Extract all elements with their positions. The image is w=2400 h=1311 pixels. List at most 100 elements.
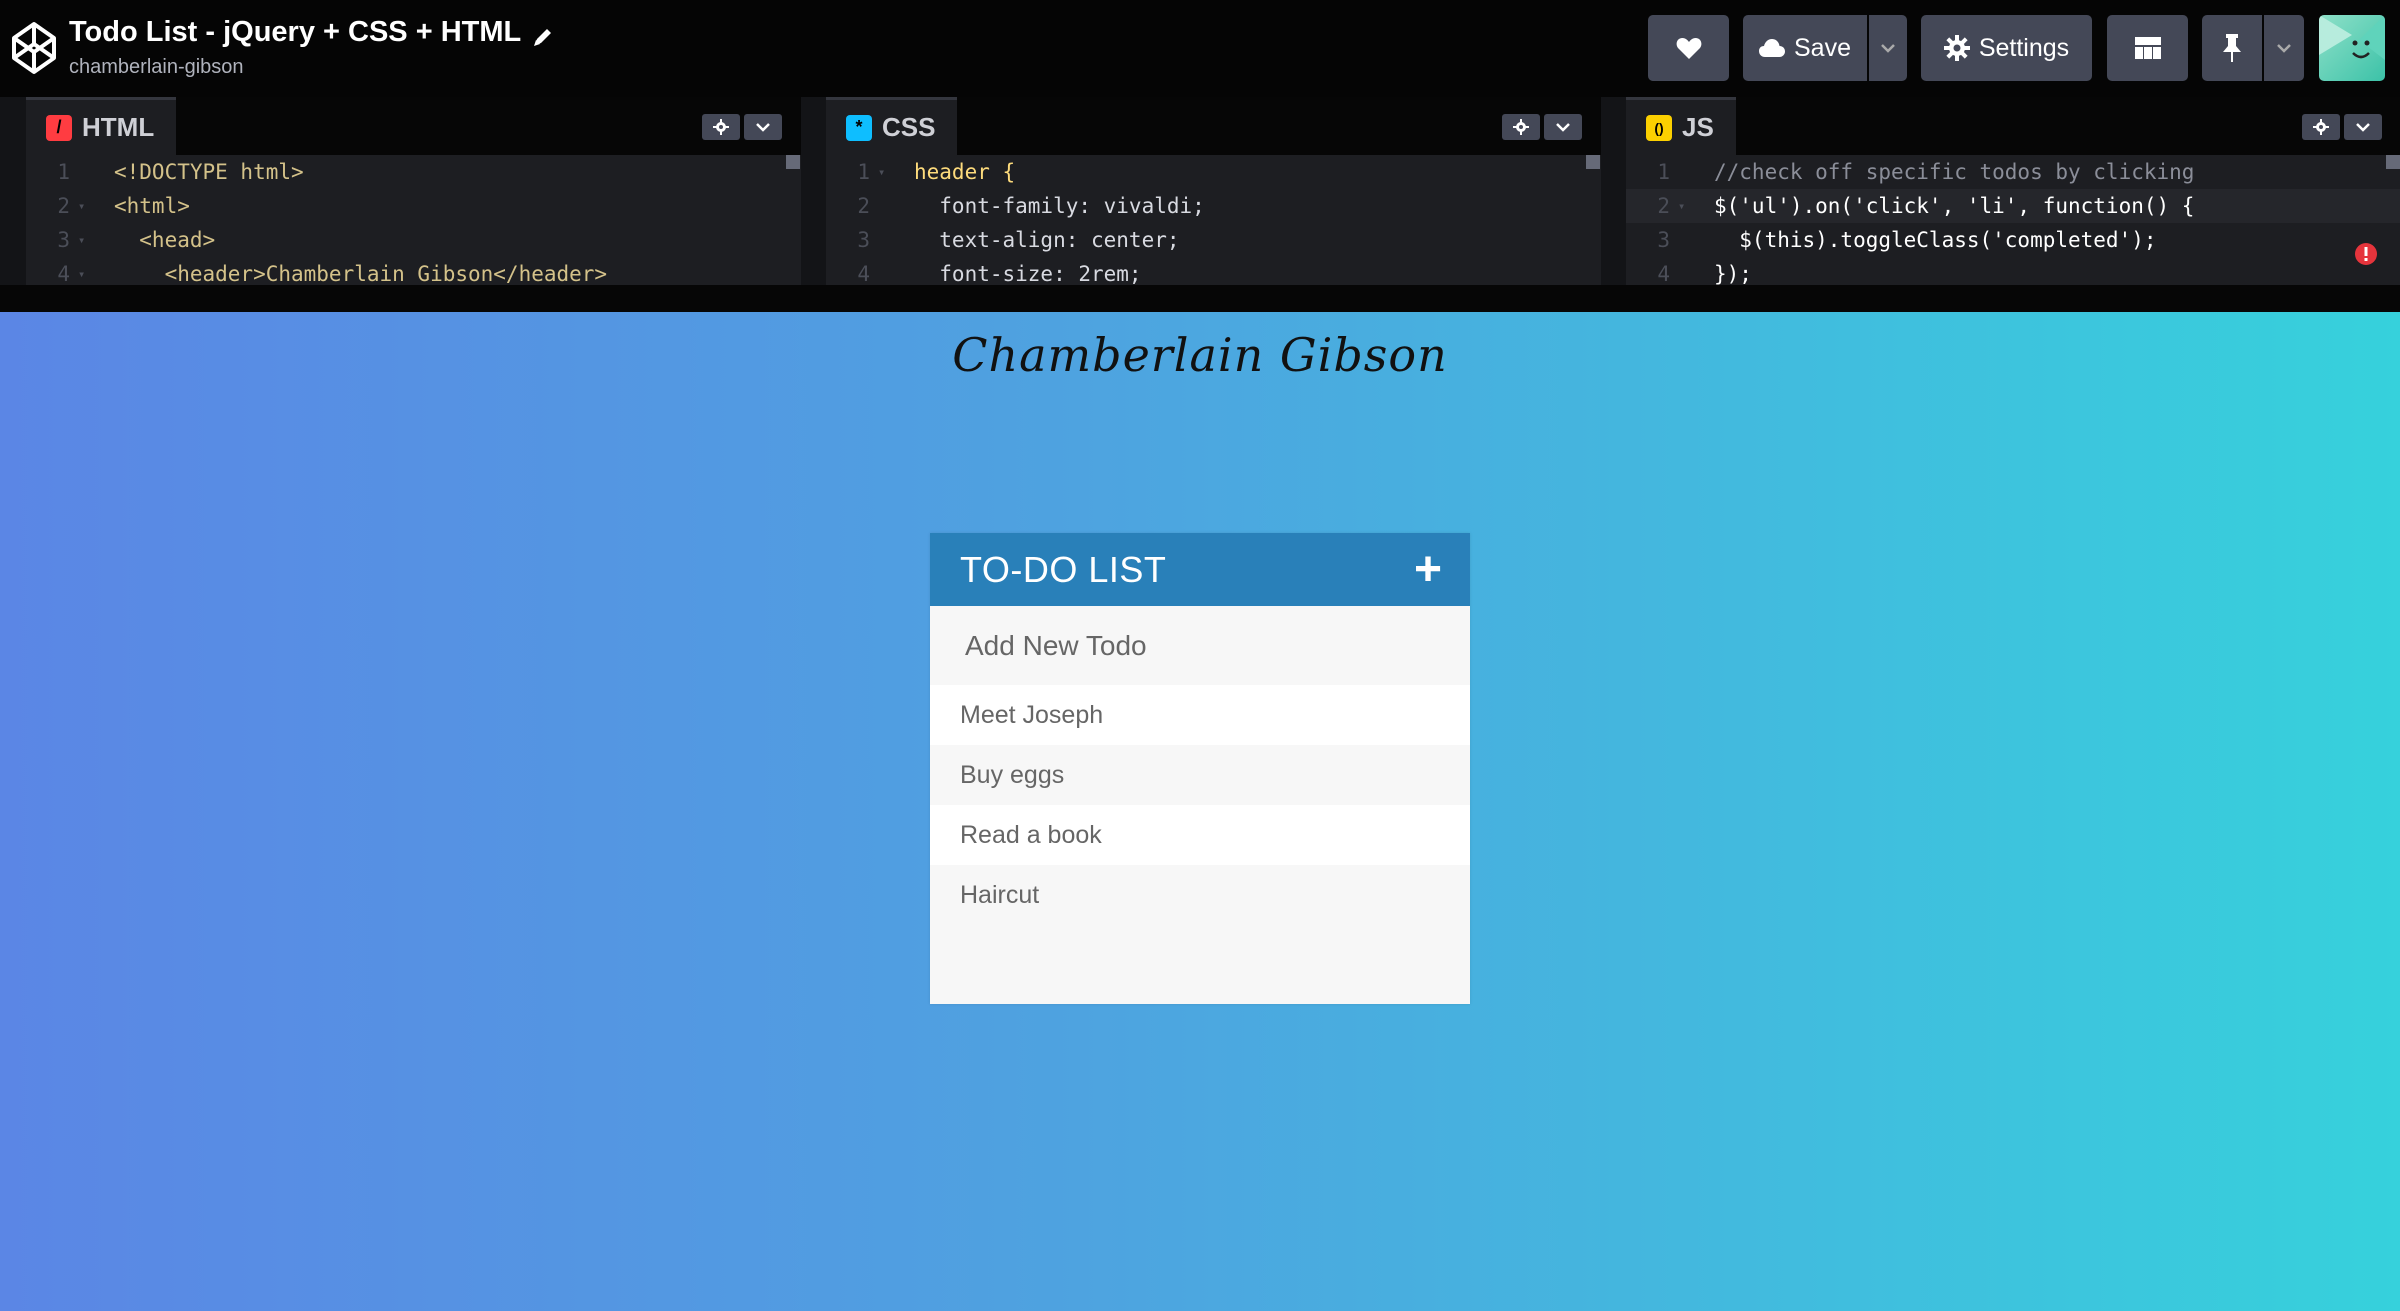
code-text: //check off specific todos by clicking (1714, 160, 2195, 184)
code-text: <!DOCTYPE html> (114, 160, 304, 184)
pen-title-area: Todo List - jQuery + CSS + HTML chamberl… (69, 12, 555, 80)
cloud-icon (1759, 39, 1785, 57)
css-editor: * CSS 1 ▾ header { 2 font-family: vivaldi;… (826, 97, 1601, 285)
pin-button[interactable] (2202, 15, 2262, 81)
code-text: font-family: vivaldi; (914, 194, 1205, 218)
codepen-logo-icon[interactable] (10, 20, 58, 76)
html-scrollbar[interactable] (786, 155, 800, 169)
chevron-down-icon (756, 123, 770, 132)
chevron-down-icon (1556, 123, 1570, 132)
js-collapse-button[interactable] (2344, 114, 2382, 140)
line-number: 4 (1657, 262, 1670, 285)
html-editor-tabrow: / HTML (26, 97, 801, 155)
plus-icon[interactable]: + (1414, 545, 1442, 594)
line-number: 1 (857, 160, 870, 184)
fold-marker[interactable] (1678, 223, 1694, 257)
line-number: 1 (1657, 160, 1670, 184)
code-line: 3 text-align: center; (826, 223, 1601, 257)
save-dropdown-button[interactable] (1869, 15, 1907, 81)
fold-marker[interactable]: ▾ (78, 189, 94, 223)
code-line: 4 font-size: 2rem; (826, 257, 1601, 285)
html-badge-icon: / (46, 114, 72, 141)
code-text: }); (1714, 262, 1752, 285)
preview-pane: Chamberlain Gibson TO-DO LIST + Meet Jos… (0, 312, 2400, 1311)
error-icon[interactable] (2354, 242, 2378, 266)
add-todo-input[interactable] (930, 606, 1470, 685)
line-number: 4 (857, 262, 870, 285)
tab-html[interactable]: / HTML (26, 97, 177, 155)
todo-list: Meet Joseph Buy eggs Read a book Haircut (930, 685, 1470, 925)
css-settings-button[interactable] (1502, 114, 1540, 140)
css-code[interactable]: 1 ▾ header { 2 font-family: vivaldi; 3 tex… (826, 155, 1601, 285)
fold-marker[interactable] (878, 223, 894, 257)
css-scrollbar[interactable] (1586, 155, 1600, 169)
code-text: <html> (114, 194, 190, 218)
tab-html-label: HTML (82, 112, 155, 142)
code-line: 1 //check off specific todos by clicking (1626, 155, 2400, 189)
css-badge-icon: * (846, 114, 872, 141)
js-scrollbar[interactable] (2386, 155, 2400, 169)
tab-css[interactable]: * CSS (826, 97, 958, 155)
pen-author[interactable]: chamberlain-gibson (69, 54, 555, 80)
html-code[interactable]: 1 <!DOCTYPE html> 2 ▾ <html> 3 ▾ <head> 4 ▾ <… (26, 155, 801, 285)
code-text: $(this).toggleClass('completed'); (1714, 228, 2157, 252)
line-number: 3 (1657, 228, 1670, 252)
code-line: 3 ▾ <head> (26, 223, 801, 257)
fold-marker[interactable]: ▾ (78, 223, 94, 257)
html-settings-button[interactable] (702, 114, 740, 140)
layout-grid-icon (2134, 37, 2161, 59)
fold-marker[interactable] (878, 189, 894, 223)
fold-marker[interactable] (78, 155, 94, 189)
fold-marker[interactable] (1678, 257, 1694, 285)
heart-icon (1676, 38, 1701, 59)
todo-header: TO-DO LIST + (930, 533, 1470, 606)
pen-title[interactable]: Todo List - jQuery + CSS + HTML (69, 12, 555, 52)
line-number: 1 (57, 160, 70, 184)
todo-container: TO-DO LIST + Meet Joseph Buy eggs Read a… (930, 533, 1470, 1004)
code-line: 4 ▾ <header>Chamberlain Gibson</header> (26, 257, 801, 285)
todo-item[interactable]: Haircut (930, 865, 1470, 925)
code-text: text-align: center; (914, 228, 1180, 252)
html-collapse-button[interactable] (744, 114, 782, 140)
css-collapse-button[interactable] (1544, 114, 1582, 140)
line-number: 2 (857, 194, 870, 218)
save-button[interactable]: Save (1743, 15, 1867, 81)
tab-js[interactable]: () JS (1626, 97, 1736, 155)
code-line: 2 font-family: vivaldi; (826, 189, 1601, 223)
user-avatar[interactable] (2319, 15, 2385, 81)
code-text: header { (914, 160, 1016, 184)
chevron-down-icon (2277, 44, 2291, 53)
preview-header: Chamberlain Gibson (952, 328, 1448, 382)
love-button[interactable] (1648, 15, 1729, 81)
change-view-button[interactable] (2107, 15, 2188, 81)
fold-marker[interactable]: ▾ (878, 155, 894, 189)
pin-dropdown-button[interactable] (2264, 15, 2304, 81)
line-number: 3 (857, 228, 870, 252)
fold-marker[interactable]: ▾ (1678, 189, 1694, 223)
line-number: 2 (57, 194, 70, 218)
js-badge-icon: () (1646, 114, 1672, 141)
css-editor-tabrow: * CSS (826, 97, 1601, 155)
line-number: 2 (1657, 194, 1670, 218)
code-line: 3 $(this).toggleClass('completed'); (1626, 223, 2400, 257)
top-bar: Todo List - jQuery + CSS + HTML chamberl… (0, 0, 2400, 97)
fold-marker[interactable]: ▾ (78, 257, 94, 285)
settings-label: Settings (1978, 33, 2070, 62)
tab-js-label: JS (1682, 112, 1714, 142)
fold-marker[interactable] (878, 257, 894, 285)
todo-item[interactable]: Read a book (930, 805, 1470, 865)
fold-marker[interactable] (1678, 155, 1694, 189)
js-code[interactable]: 1//check off specific todos by clicking … (1626, 155, 2400, 285)
todo-item[interactable]: Meet Joseph (930, 685, 1470, 745)
editor-resize-bar[interactable] (0, 285, 2400, 312)
save-label: Save (1794, 33, 1851, 62)
tab-css-label: CSS (882, 112, 936, 142)
pen-title-text: Todo List - jQuery + CSS + HTML (69, 16, 522, 48)
js-editor: () JS 1 //check off specific todos by cli… (1626, 97, 2400, 285)
line-number: 4 (57, 262, 70, 285)
js-settings-button[interactable] (2302, 114, 2340, 140)
code-text: $('ul').on('click', 'li', function() { (1714, 194, 2195, 218)
todo-item[interactable]: Buy eggs (930, 745, 1470, 805)
pencil-edit-icon[interactable] (531, 20, 555, 46)
settings-button[interactable]: Settings (1921, 15, 2092, 81)
